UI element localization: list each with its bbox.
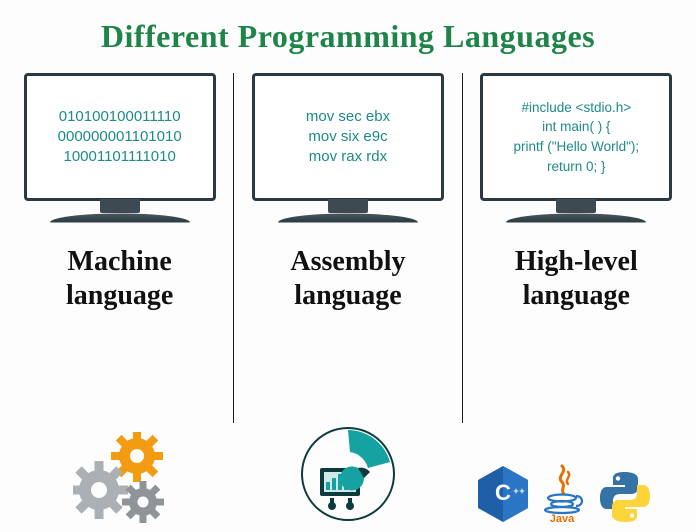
java-label: Java [550, 513, 575, 524]
monitor-stand-base [278, 214, 418, 223]
vertical-divider [233, 73, 234, 423]
code-line: return 0; } [547, 157, 606, 177]
code-line: #include <stdio.h> [522, 98, 632, 118]
screen-highlevel: #include <stdio.h> int main( ) { printf … [480, 73, 672, 201]
code-line: printf ("Hello World"); [514, 137, 640, 157]
icon-slot-gears [24, 432, 240, 524]
monitor-assembly: mov sec ebx mov six e9c mov rax rdx [248, 73, 448, 223]
label-line: language [515, 279, 638, 313]
label-line: Machine [66, 245, 173, 279]
column-assembly: mov sec ebx mov six e9c mov rax rdx Asse… [238, 63, 457, 423]
monitor-machine: 010100100011110 000000001101010 10001101… [20, 73, 220, 223]
column-machine: 010100100011110 000000001101010 10001101… [10, 63, 229, 423]
column-label-highlevel: High-level language [515, 245, 638, 312]
columns-container: 010100100011110 000000001101010 10001101… [0, 63, 696, 423]
monitor-stand-neck [100, 199, 140, 213]
label-line: language [66, 279, 173, 313]
code-line: 000000001101010 [58, 127, 182, 147]
code-line: int main( ) { [542, 117, 610, 137]
code-line: 10001101111010 [63, 147, 175, 167]
column-highlevel: #include <stdio.h> int main( ) { printf … [467, 63, 686, 423]
monitor-stand-neck [328, 199, 368, 213]
screen-assembly: mov sec ebx mov six e9c mov rax rdx [252, 73, 444, 201]
monitor-stand-base [50, 214, 190, 223]
label-line: Assembly [290, 245, 405, 279]
language-logos: C + + Java [476, 462, 652, 524]
monitor-highlevel: #include <stdio.h> int main( ) { printf … [476, 73, 676, 223]
python-logo-icon [598, 470, 652, 524]
vertical-divider [462, 73, 463, 423]
code-line: mov sec ebx [306, 107, 390, 127]
column-label-assembly: Assembly language [290, 245, 405, 312]
code-line: mov rax rdx [309, 147, 387, 167]
page-title: Different Programming Languages [0, 0, 696, 63]
cpp-logo-icon: C + + [476, 464, 530, 524]
screen-machine: 010100100011110 000000001101010 10001101… [24, 73, 216, 201]
label-line: language [290, 279, 405, 313]
icon-slot-analytics [240, 424, 456, 524]
column-label-machine: Machine language [66, 245, 173, 312]
svg-text:+: + [513, 486, 518, 496]
svg-text:+: + [519, 486, 524, 496]
monitor-stand-neck [556, 199, 596, 213]
gears-icon [73, 432, 191, 524]
java-logo-icon: Java [540, 462, 588, 524]
icon-slot-languages: C + + Java [456, 462, 672, 524]
code-line: 010100100011110 [59, 107, 181, 127]
svg-text:C: C [495, 480, 511, 505]
code-line: mov six e9c [308, 127, 387, 147]
analytics-icon [298, 424, 398, 524]
monitor-stand-base [506, 214, 646, 223]
label-line: High-level [515, 245, 638, 279]
icons-row: C + + Java [0, 424, 696, 524]
